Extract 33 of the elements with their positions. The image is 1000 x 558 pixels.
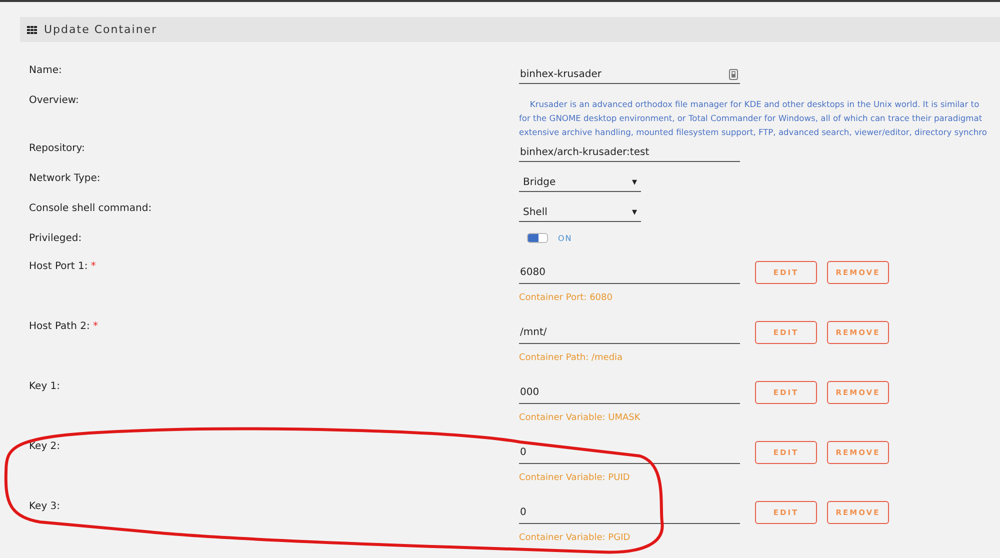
text-field[interactable]: binhex/arch-krusader:test bbox=[519, 143, 740, 162]
dropdown[interactable]: Bridge ▾ bbox=[519, 173, 641, 192]
field-hint: Container Variable: UMASK bbox=[519, 413, 642, 423]
field-hint: Container Path: /media bbox=[519, 353, 624, 363]
text-field[interactable]: /mnt/ bbox=[519, 321, 740, 344]
field-label: Name: bbox=[29, 65, 62, 76]
panel-title: Update Container bbox=[44, 23, 158, 36]
field-label: Overview: bbox=[29, 95, 79, 106]
text-field[interactable]: binhex-krusader bbox=[519, 65, 740, 84]
toggle-state: ON bbox=[558, 234, 572, 242]
text-field[interactable]: 6080 bbox=[519, 261, 740, 284]
lock-icon[interactable] bbox=[729, 68, 738, 80]
grid-icon bbox=[27, 26, 37, 34]
field-hint: Container Variable: PUID bbox=[519, 473, 631, 483]
field-hint: Container Port: 6080 bbox=[519, 293, 614, 303]
field-label: Key 1: bbox=[29, 381, 60, 392]
overview-text: Krusader is an advanced orthodox file manager for KDE and other desktops in the Unix world. It is similar to for the GNOME desktop environment, or Total Commander for Windows, all of which can trace their paradigmat extensive archive handling, mounted filesystem support, FTP, advanced search, viewer/editor, directory synchro bbox=[519, 98, 988, 139]
field-label: Privileged: bbox=[29, 233, 82, 244]
dropdown[interactable]: Shell ▾ bbox=[519, 203, 641, 222]
field-label: Host Port 1: bbox=[29, 261, 88, 272]
field-hint: Container Variable: PGID bbox=[519, 533, 632, 543]
text-field[interactable]: 0 bbox=[519, 441, 740, 464]
text-field[interactable]: 000 bbox=[519, 381, 740, 404]
field-label: Host Path 2: bbox=[29, 321, 90, 332]
required-mark: * bbox=[90, 261, 96, 272]
field-label: Key 2: bbox=[29, 441, 60, 452]
field-label: Key 3: bbox=[29, 501, 60, 512]
required-mark: * bbox=[93, 321, 98, 332]
field-label: Console shell command: bbox=[29, 203, 152, 214]
text-field[interactable]: 0 bbox=[519, 501, 740, 524]
field-label: Repository: bbox=[29, 143, 85, 154]
field-label: Network Type: bbox=[29, 173, 100, 184]
toggle-switch[interactable] bbox=[527, 233, 548, 243]
